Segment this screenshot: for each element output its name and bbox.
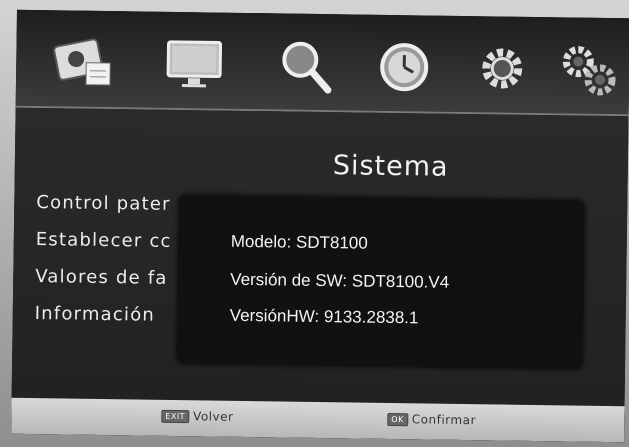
model-text: Modelo: SDT8100: [230, 231, 368, 253]
ok-key-badge: OK: [387, 412, 408, 427]
page-title: Sistema: [332, 150, 449, 183]
side-menu-item-setup[interactable]: Establecer cc: [36, 221, 172, 260]
main-panel: Sistema Control pater Establecer cc Valo…: [11, 107, 629, 407]
back-label: Volver: [193, 409, 234, 424]
monitor-icon[interactable]: [162, 34, 227, 95]
information-dialog: Modelo: SDT8100 Versión de SW: SDT8100.V…: [177, 195, 585, 369]
hardware-version-text: VersiónHW: 9133.2838.1: [229, 305, 419, 328]
side-menu: Control pater Establecer cc Valores de f…: [34, 184, 172, 334]
settings-gears-icon[interactable]: [556, 39, 621, 100]
side-menu-item-information[interactable]: Información: [34, 295, 170, 334]
software-version-text: Versión de SW: SDT8100.V4: [230, 269, 450, 292]
gear-icon[interactable]: [470, 38, 535, 99]
confirm-label: Confirmar: [411, 412, 477, 428]
side-menu-item-factory-values[interactable]: Valores de fa: [35, 258, 171, 297]
tv-screen: Sistema Control pater Establecer cc Valo…: [11, 9, 629, 443]
picture-icon[interactable]: [52, 32, 117, 93]
search-icon[interactable]: [274, 35, 339, 96]
exit-key-badge: EXIT: [161, 409, 190, 424]
side-menu-item-parental-control[interactable]: Control pater: [36, 184, 172, 223]
confirm-hint[interactable]: OK Confirmar: [387, 412, 476, 427]
clock-icon[interactable]: [372, 37, 437, 98]
top-menu-bar: [15, 9, 629, 117]
back-hint[interactable]: EXIT Volver: [161, 409, 234, 424]
